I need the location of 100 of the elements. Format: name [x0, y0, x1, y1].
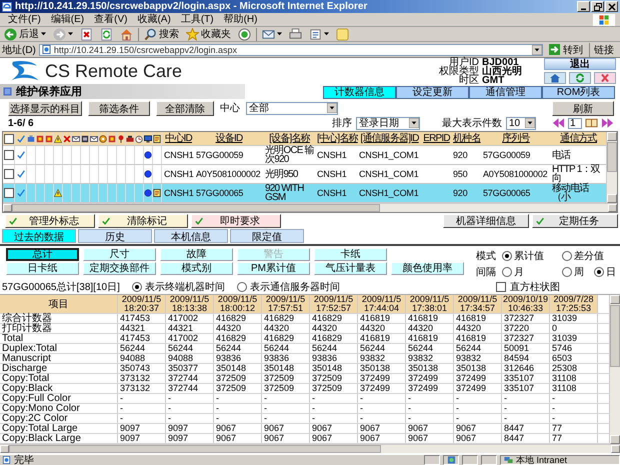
- counter-type-button[interactable]: 定期交换部件: [83, 262, 156, 275]
- menu-item[interactable]: 编辑(E): [46, 14, 90, 26]
- tab[interactable]: 过去的数据: [2, 229, 76, 243]
- column-header[interactable]: ERPID: [421, 134, 451, 143]
- table-row[interactable]: CNSH1 57GG00065 920 WITH GSM CNSH1 CNSH1_COM1 920 57GG00065 移动电话（小: [3, 184, 606, 203]
- tab[interactable]: 通信管理: [469, 86, 542, 99]
- table-cell: 37220: [502, 324, 550, 333]
- radio-button[interactable]: [562, 251, 572, 261]
- restore-button[interactable]: [591, 1, 604, 12]
- counter-type-button[interactable]: PM累计值: [237, 262, 310, 275]
- counter-type-button[interactable]: 模式别: [160, 262, 233, 275]
- checkbox[interactable]: [4, 134, 14, 144]
- table-cell: 25308: [550, 364, 598, 373]
- address-field[interactable]: http://10.241.29.150/csrcwebappv2/login.aspx: [38, 44, 543, 56]
- filter-button[interactable]: 全部清除: [156, 100, 214, 116]
- table-cell: -: [166, 394, 214, 403]
- network-icon: [504, 456, 513, 464]
- minimize-button[interactable]: [577, 1, 590, 12]
- radio-button[interactable]: [562, 267, 572, 277]
- scrollbar[interactable]: [606, 132, 617, 203]
- scrollbar[interactable]: [609, 295, 620, 444]
- column-header[interactable]: 通信方式: [550, 134, 606, 143]
- checkbox[interactable]: [4, 150, 14, 160]
- table-cell: 94088: [118, 354, 166, 363]
- checkbox[interactable]: [4, 169, 14, 179]
- menu-item[interactable]: 收藏(A): [132, 14, 176, 26]
- scrollbar[interactable]: [3, 203, 617, 212]
- radio-button[interactable]: [502, 267, 512, 277]
- action-button[interactable]: 机器详细信息: [443, 214, 529, 228]
- counter-type-button[interactable]: 尺寸: [83, 248, 156, 261]
- radio-button[interactable]: [502, 251, 512, 261]
- table-cell: 9067: [454, 434, 502, 443]
- column-header[interactable]: [中心]名称: [315, 134, 357, 143]
- menu-item[interactable]: 帮助(H): [218, 14, 262, 26]
- scrollbar[interactable]: [0, 444, 620, 453]
- summary-title: 57GG00065总计[38][10日]: [2, 280, 120, 294]
- column-header[interactable]: [通信服务器]ID: [357, 134, 421, 143]
- action-button[interactable]: 即时要求: [191, 214, 281, 228]
- filter-button[interactable]: 选择显示的科目: [8, 100, 82, 116]
- counter-type-button[interactable]: 卡纸: [314, 248, 387, 261]
- search-button[interactable]: 搜索: [142, 27, 181, 41]
- checkbox[interactable]: [496, 282, 506, 292]
- links-label[interactable]: 链接: [589, 42, 618, 56]
- column-header[interactable]: 机种名: [451, 134, 481, 143]
- go-button[interactable]: 转到: [546, 42, 586, 56]
- menu-item[interactable]: 文件(F): [3, 14, 46, 26]
- window-title: http://10.241.29.150/csrcwebappv2/login.aspx - Microsoft Internet Explorer: [15, 0, 368, 13]
- counter-type-button[interactable]: 故障: [160, 248, 233, 261]
- table-cell: 56244: [214, 344, 262, 353]
- back-button[interactable]: 后退: [2, 27, 48, 41]
- tab[interactable]: ROM列表: [542, 86, 615, 99]
- radio-button[interactable]: [594, 267, 604, 277]
- favorites-button[interactable]: 收藏夹: [184, 27, 233, 41]
- media-button[interactable]: [236, 27, 253, 41]
- status-panel: [481, 455, 497, 465]
- logout-button[interactable]: 退出: [544, 58, 616, 70]
- action-button[interactable]: 管理外标志: [5, 214, 95, 228]
- table-cell: 77: [550, 434, 598, 443]
- counter-type-button[interactable]: 总计: [6, 248, 79, 261]
- table-cell: 9067: [358, 424, 406, 433]
- info-value: 山西光明: [482, 66, 522, 76]
- print-button[interactable]: [287, 27, 304, 41]
- refresh-button[interactable]: [569, 72, 591, 84]
- counter-type-button[interactable]: 颜色使用率: [391, 262, 464, 275]
- column-header[interactable]: [设备]名称: [263, 134, 315, 143]
- column-header[interactable]: 序列号: [481, 134, 550, 143]
- refresh-button[interactable]: 刷新: [552, 100, 614, 116]
- tab[interactable]: 设定更新: [396, 86, 469, 99]
- table-cell: -: [118, 394, 166, 403]
- page-field[interactable]: 1: [568, 118, 582, 128]
- counter-type-button[interactable]: 气压计量表: [314, 262, 387, 275]
- checkbox[interactable]: [4, 188, 14, 198]
- tab[interactable]: 限定值: [230, 229, 304, 243]
- checkbox-label: 直方柱状图: [510, 280, 560, 294]
- home-button[interactable]: [544, 72, 566, 84]
- action-button[interactable]: 清除标记: [98, 214, 188, 228]
- sort-select[interactable]: 登录日期: [356, 116, 420, 130]
- column-header: 2009/11/5 17:44:04: [358, 295, 406, 313]
- envelope-icon: [262, 28, 275, 40]
- table-cell-text: 电话: [551, 150, 572, 160]
- tab[interactable]: 计数器信息: [323, 86, 396, 99]
- tab[interactable]: 本机信息: [154, 229, 228, 243]
- home-button[interactable]: [118, 27, 135, 41]
- next-page-icon[interactable]: [601, 118, 614, 128]
- max-count-select[interactable]: 10: [506, 116, 536, 130]
- filter-button[interactable]: 筛选条件: [88, 100, 150, 116]
- action-button[interactable]: 定期任务: [532, 214, 618, 228]
- column-header[interactable]: 中心ID: [162, 134, 194, 143]
- radio-button[interactable]: [236, 282, 247, 292]
- counter-type-button[interactable]: 日卡纸: [6, 262, 79, 275]
- status-dot: [144, 151, 152, 159]
- forward-button[interactable]: [51, 27, 75, 41]
- radio-button[interactable]: [132, 282, 142, 292]
- book-icon[interactable]: [585, 118, 598, 128]
- menu-item[interactable]: 工具(T): [176, 14, 219, 26]
- tab[interactable]: 历史: [78, 229, 152, 243]
- first-page-icon[interactable]: [552, 118, 565, 128]
- center-select[interactable]: 全部: [246, 102, 338, 114]
- menu-item[interactable]: 查看(V): [89, 14, 132, 26]
- column-header[interactable]: 设备ID: [194, 134, 263, 143]
